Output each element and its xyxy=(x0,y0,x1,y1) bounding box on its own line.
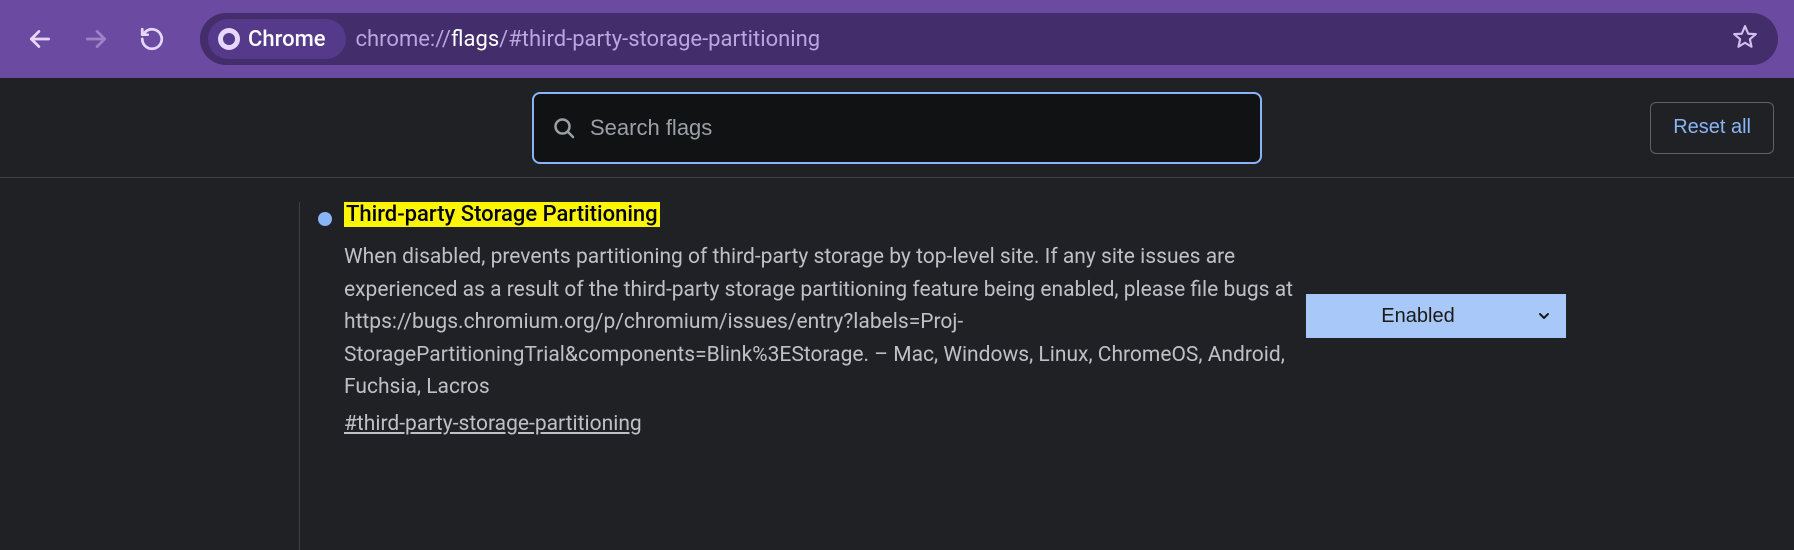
left-gutter xyxy=(0,202,300,550)
chrome-icon xyxy=(218,28,240,50)
flag-select-wrap: Enabled xyxy=(1306,294,1566,338)
reload-icon xyxy=(139,26,165,52)
search-input[interactable] xyxy=(590,115,1242,141)
bookmark-button[interactable] xyxy=(1732,24,1758,54)
flag-hash-link[interactable]: #third-party-storage-partitioning xyxy=(344,412,642,436)
modified-dot-icon xyxy=(318,212,332,226)
search-container xyxy=(532,92,1262,164)
flags-header: Reset all xyxy=(0,78,1794,178)
star-icon xyxy=(1732,24,1758,50)
flag-description: When disabled, prevents partitioning of … xyxy=(344,241,1294,404)
arrow-right-icon xyxy=(83,26,109,52)
reset-all-button[interactable]: Reset all xyxy=(1650,102,1774,154)
url-text: chrome://flags/#third-party-storage-part… xyxy=(356,27,821,52)
back-button[interactable] xyxy=(16,15,64,63)
omnibox[interactable]: Chrome chrome://flags/#third-party-stora… xyxy=(200,13,1778,65)
browser-toolbar: Chrome chrome://flags/#third-party-stora… xyxy=(0,0,1794,78)
forward-button[interactable] xyxy=(72,15,120,63)
content-area: Third-party Storage Partitioning When di… xyxy=(0,178,1794,550)
flag-row: Third-party Storage Partitioning When di… xyxy=(300,202,1794,550)
flag-body: Third-party Storage Partitioning When di… xyxy=(344,202,1294,436)
flag-title: Third-party Storage Partitioning xyxy=(344,202,660,227)
chrome-chip-label: Chrome xyxy=(248,27,326,52)
reload-button[interactable] xyxy=(128,15,176,63)
flag-state-select[interactable]: Enabled xyxy=(1306,294,1566,338)
search-icon xyxy=(552,116,576,140)
chrome-chip: Chrome xyxy=(208,19,346,59)
arrow-left-icon xyxy=(27,26,53,52)
